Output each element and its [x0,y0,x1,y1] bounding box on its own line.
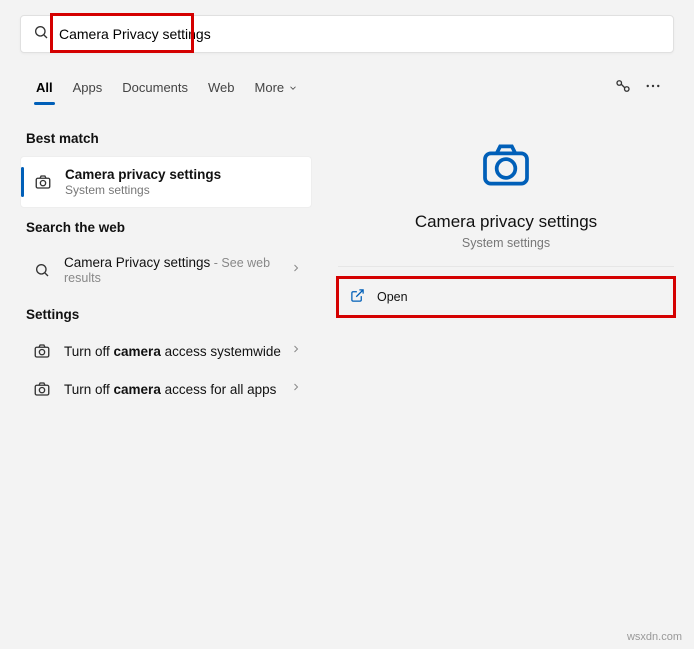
connect-icon[interactable] [608,71,638,106]
open-icon [350,288,365,306]
search-icon [30,262,54,278]
tab-documents[interactable]: Documents [112,72,198,105]
tab-more[interactable]: More [245,72,309,105]
result-subtitle: System settings [65,183,301,197]
result-turn-off-camera-systemwide[interactable]: Turn off camera access systemwide [20,332,312,370]
search-box[interactable] [20,15,674,53]
chevron-down-icon [288,83,298,93]
chevron-right-icon [290,380,302,398]
result-title: Turn off camera access for all apps [64,382,284,397]
chevron-right-icon [290,342,302,360]
result-web-camera-privacy[interactable]: Camera Privacy settings - See web result… [20,245,312,295]
camera-icon-large [478,137,534,198]
result-turn-off-camera-all-apps[interactable]: Turn off camera access for all apps [20,370,312,408]
section-search-web: Search the web [26,220,312,235]
watermark: wsxdn.com [627,631,682,643]
search-icon [33,24,49,45]
search-input[interactable] [59,26,661,42]
more-options-icon[interactable] [638,71,668,106]
detail-subtitle: System settings [338,236,674,250]
detail-panel: Camera privacy settings System settings [338,119,674,267]
detail-title: Camera privacy settings [338,212,674,232]
camera-icon [30,380,54,398]
result-title: Camera Privacy settings - See web result… [64,255,284,285]
tab-apps[interactable]: Apps [63,72,113,105]
result-title: Turn off camera access systemwide [64,344,284,359]
tab-all[interactable]: All [26,72,63,105]
open-label: Open [377,290,408,304]
camera-icon [30,342,54,360]
filter-tabs: All Apps Documents Web More [0,61,694,107]
tab-web[interactable]: Web [198,72,245,105]
section-best-match: Best match [26,131,312,146]
open-button[interactable]: Open [338,279,674,315]
chevron-right-icon [290,261,302,279]
camera-icon [31,173,55,191]
result-camera-privacy-settings[interactable]: Camera privacy settings System settings [20,156,312,208]
tab-more-label: More [255,80,285,95]
result-title: Camera privacy settings [65,167,301,182]
section-settings: Settings [26,307,312,322]
